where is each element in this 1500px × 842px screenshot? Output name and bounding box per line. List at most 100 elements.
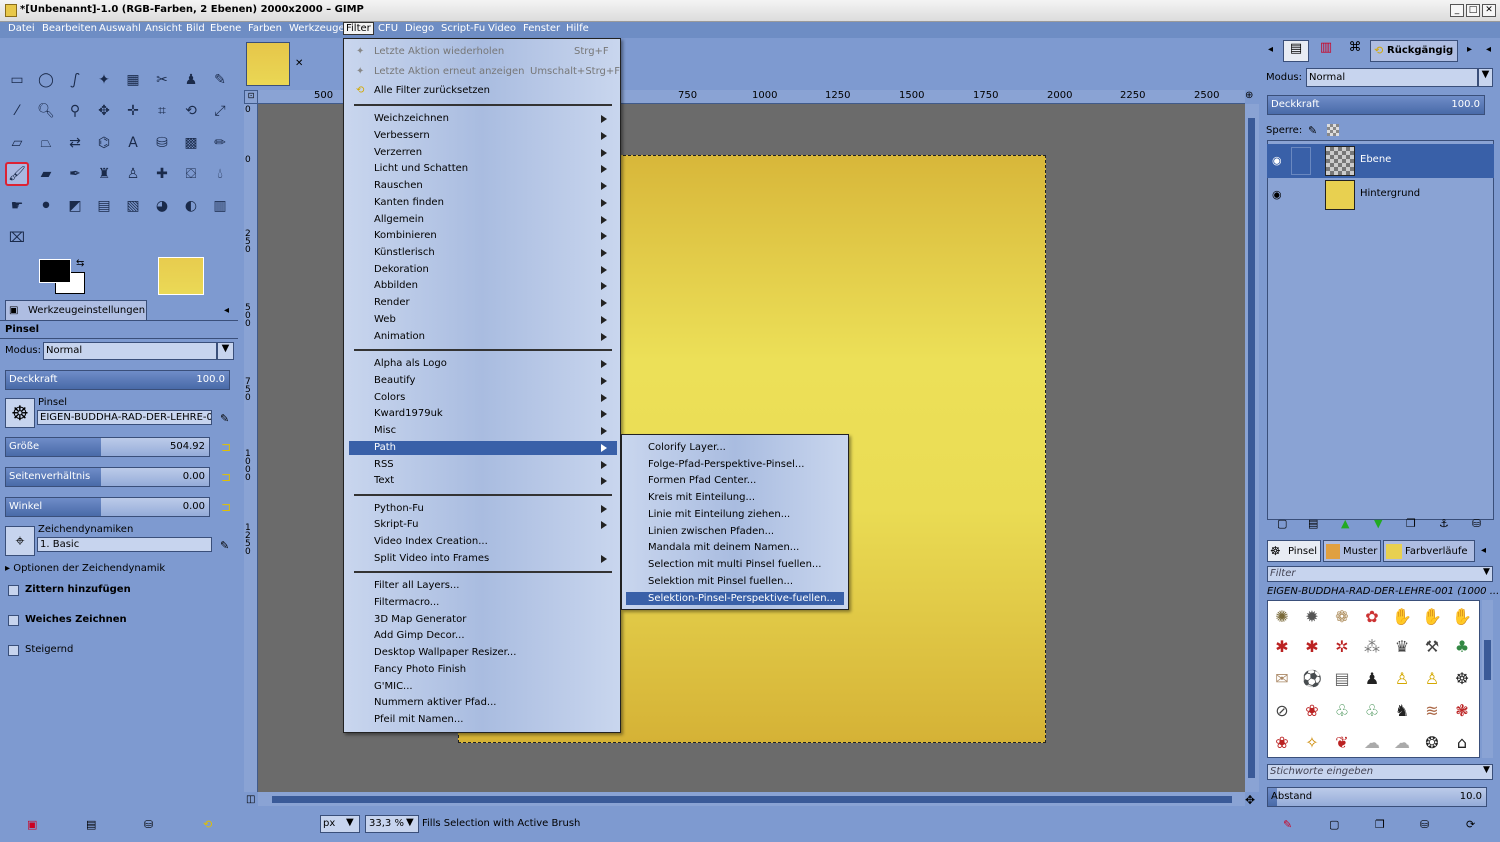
brush-cloud-icon[interactable]: ☁ <box>1390 731 1414 755</box>
brush-ball-icon[interactable]: ⚽ <box>1300 667 1324 691</box>
mode-select[interactable]: Normal <box>43 342 217 360</box>
brush-figure-icon[interactable]: ♟ <box>1360 667 1384 691</box>
tab-gradients[interactable]: Farbverläufe <box>1383 540 1475 562</box>
chevron-down-icon[interactable]: ▼ <box>217 342 234 360</box>
eraser-icon[interactable]: ▰ <box>34 162 58 186</box>
menu-item-generic[interactable]: Allgemein <box>374 214 424 225</box>
navigate-icon[interactable]: ✥ <box>1245 793 1255 807</box>
measure-icon[interactable]: ⚲ <box>63 99 87 123</box>
brush-cloud-icon[interactable]: ☁ <box>1360 731 1384 755</box>
clone-icon[interactable]: ♙ <box>121 162 145 186</box>
airbrush-icon[interactable]: ✒ <box>63 162 87 186</box>
brush-stars-icon[interactable]: ✧ <box>1300 731 1324 755</box>
lock-alpha-icon[interactable] <box>1327 124 1339 136</box>
brush-book-icon[interactable]: ▤ <box>1330 667 1354 691</box>
spacing-slider[interactable]: Abstand 10.0 <box>1267 787 1487 807</box>
brush-tags-input[interactable]: Stichworte eingeben <box>1267 764 1493 780</box>
menu-item-animation[interactable]: Animation <box>374 331 425 342</box>
shear-icon[interactable]: ▱ <box>5 131 29 155</box>
submenu-item-mandala[interactable]: Mandala mit deinem Namen... <box>648 542 799 553</box>
menu-item-kward[interactable]: Kward1979uk <box>374 408 443 419</box>
menu-item-python-fu[interactable]: Python-Fu <box>374 503 424 514</box>
desaturate-icon[interactable]: ◩ <box>63 194 87 218</box>
blur-icon[interactable]: 💧︎ <box>208 162 232 186</box>
incremental-checkbox[interactable] <box>8 645 19 656</box>
perspective-icon[interactable]: ⏢ <box>34 131 58 155</box>
menu-werkzeuge[interactable]: Werkzeuge <box>289 23 345 34</box>
brush-text-icon[interactable]: ≋ <box>1420 699 1444 723</box>
brush-roses-icon[interactable]: ✿ <box>1360 605 1384 629</box>
rotate-icon[interactable]: ⟲ <box>179 99 203 123</box>
menu-filter[interactable]: Filter <box>343 22 374 35</box>
paths-icon[interactable]: ✎ <box>208 68 232 92</box>
submenu-item-colorify[interactable]: Colorify Layer... <box>648 442 726 453</box>
brush-tree-icon[interactable]: ♣ <box>1450 635 1474 659</box>
brush-hand-icon[interactable]: ✋ <box>1450 605 1474 629</box>
menu-farben[interactable]: Farben <box>248 23 282 34</box>
curves-icon[interactable]: ▧ <box>121 194 145 218</box>
brush-bird-icon[interactable]: ♞ <box>1390 699 1414 723</box>
menu-item-rss[interactable]: RSS <box>374 459 394 470</box>
brush-ribbon-icon[interactable]: ⊘ <box>1270 699 1294 723</box>
menu-item-path-numbers[interactable]: Nummern aktiver Pfad... <box>374 697 496 708</box>
brush-plant-icon[interactable]: ♧ <box>1360 699 1384 723</box>
brush-star-icon[interactable]: ✹ <box>1300 605 1324 629</box>
dynamics-options-expander[interactable]: ▸ Optionen der Zeichendynamik <box>5 563 165 574</box>
color-select-icon[interactable]: ▦ <box>121 68 145 92</box>
menu-item-distorts[interactable]: Verzerren <box>374 147 422 158</box>
dynamics-icon[interactable]: ⌖ <box>5 526 35 556</box>
perspective-clone-icon[interactable]: ⛋ <box>179 162 203 186</box>
paths-tab-icon[interactable]: ⌘ <box>1342 40 1368 62</box>
vertical-scrollbar[interactable] <box>1245 104 1259 792</box>
menu-cfu[interactable]: CFU <box>378 23 398 34</box>
anchor-layer-icon[interactable]: ⚓ <box>1439 517 1449 530</box>
zoom-select[interactable]: 33,3 % ▼ <box>365 815 419 833</box>
panel-menu-icon[interactable]: ◂ <box>224 305 229 316</box>
menu-item-enhance[interactable]: Verbessern <box>374 130 430 141</box>
jitter-checkbox[interactable] <box>8 585 19 596</box>
brush-dots-icon[interactable]: ⁂ <box>1360 635 1384 659</box>
quick-mask-icon[interactable]: ◫ <box>246 794 255 805</box>
rect-select-icon[interactable]: ▭ <box>5 68 29 92</box>
tab-scroll-icon[interactable]: ▸ <box>1467 44 1472 55</box>
pencil-icon[interactable]: ✏ <box>208 131 232 155</box>
ink-icon[interactable]: ♜ <box>92 162 116 186</box>
menu-item-path[interactable]: Path <box>374 442 396 453</box>
scrollbar-thumb[interactable] <box>1248 118 1255 778</box>
ellipse-select-icon[interactable]: ◯ <box>34 68 58 92</box>
menu-item-noise[interactable]: Rauschen <box>374 180 423 191</box>
brush-preview-icon[interactable]: ☸ <box>5 398 35 428</box>
eye-icon[interactable]: ◉ <box>1272 188 1282 201</box>
aspect-slider[interactable]: Seitenverhältnis 0.00 <box>5 467 210 487</box>
brush-flower-icon[interactable]: ❁ <box>1330 605 1354 629</box>
link-icon[interactable]: ⊐ <box>221 470 231 484</box>
brush-scroll-icon[interactable]: ✉ <box>1270 667 1294 691</box>
menu-item-alpha-to-logo[interactable]: Alpha als Logo <box>374 358 447 369</box>
edit-brush-icon[interactable]: ✎ <box>1283 818 1292 831</box>
menu-script-fu[interactable]: Script-Fu <box>441 23 485 34</box>
menu-item-wallpaper-resizer[interactable]: Desktop Wallpaper Resizer... <box>374 647 516 658</box>
menu-item-light-shadow[interactable]: Licht und Schatten <box>374 163 468 174</box>
menu-item-reset-all[interactable]: Alle Filter zurücksetzen <box>374 85 490 96</box>
menu-item-3d-map[interactable]: 3D Map Generator <box>374 614 466 625</box>
dynamics-field[interactable]: 1. Basic <box>37 537 212 552</box>
menu-item-video-index[interactable]: Video Index Creation... <box>374 536 488 547</box>
tab-patterns[interactable]: Muster <box>1323 540 1381 562</box>
tab-brushes[interactable]: ☸ Pinsel <box>1267 540 1321 562</box>
move-icon[interactable]: ✥ <box>92 99 116 123</box>
menu-item-split-video[interactable]: Split Video into Frames <box>374 553 489 564</box>
menu-item-map[interactable]: Abbilden <box>374 280 418 291</box>
restore-options-icon[interactable]: ▤ <box>86 818 96 831</box>
zoom-fit-icon[interactable]: ⊕ <box>1245 90 1259 104</box>
flip-icon[interactable]: ⇄ <box>63 131 87 155</box>
hue-saturation-icon[interactable]: ◕ <box>150 194 174 218</box>
brush-buddha-icon[interactable]: ♙ <box>1420 667 1444 691</box>
tab-tool-options[interactable]: ▣ Werkzeugeinstellungen <box>5 300 147 320</box>
channels-tab-icon[interactable]: ▥ <box>1313 40 1339 62</box>
histogram-icon[interactable]: ▥ <box>208 194 232 218</box>
brush-hand-icon[interactable]: ✋ <box>1390 605 1414 629</box>
color-picker-icon[interactable]: ⁄ <box>5 99 29 123</box>
brush-crown-icon[interactable]: ♛ <box>1390 635 1414 659</box>
edit-dynamics-icon[interactable]: ✎ <box>220 539 229 552</box>
refresh-brushes-icon[interactable]: ⟳ <box>1466 818 1475 831</box>
